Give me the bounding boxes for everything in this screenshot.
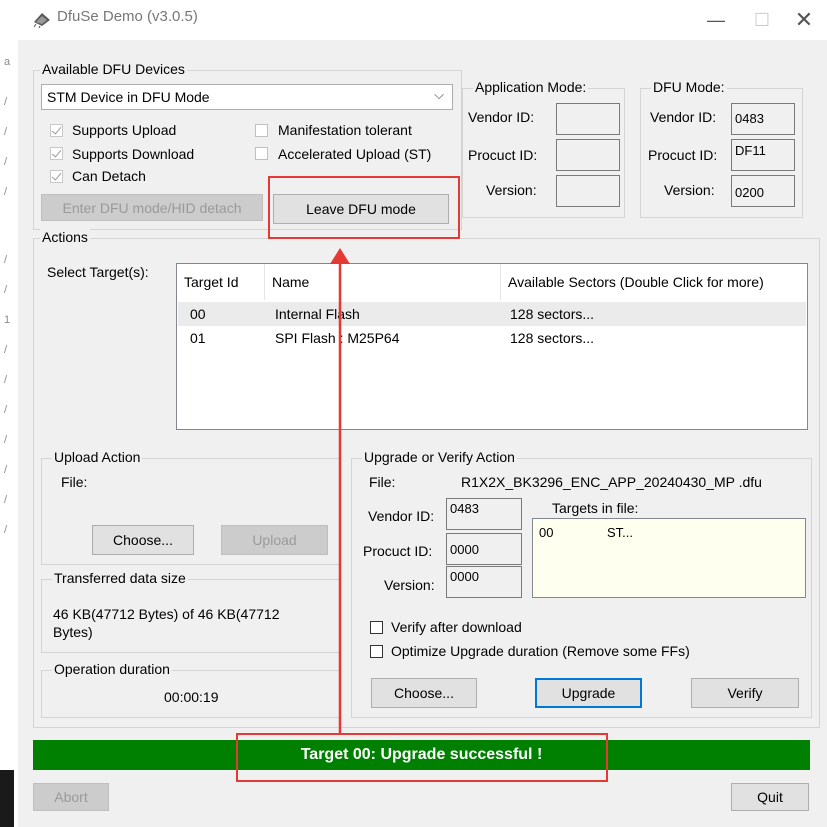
strip-char: /: [4, 254, 8, 266]
minimize-button[interactable]: —: [696, 6, 736, 34]
strip-char: /: [4, 186, 8, 198]
upgrade-product-id-label: Procuct ID:: [363, 543, 433, 559]
background-editor-strip: a / / / / / / 1 / / / / / / /: [0, 0, 18, 827]
column-header-sectors[interactable]: Available Sectors (Double Click for more…: [501, 264, 807, 300]
strip-char: /: [4, 494, 8, 506]
upload-choose-button[interactable]: Choose...: [92, 525, 194, 555]
dfu-version-field: 0200: [731, 175, 795, 207]
targets-list[interactable]: Target Id Name Available Sectors (Double…: [176, 263, 808, 430]
strip-char: a: [4, 56, 11, 68]
row-target-id: 00: [190, 306, 206, 322]
annotation-arrow: [330, 248, 350, 734]
strip-char: /: [4, 524, 8, 536]
enter-dfu-button: Enter DFU mode/HID detach: [41, 194, 263, 221]
supports-upload-label: Supports Upload: [72, 122, 177, 138]
dfu-product-id-label: Procuct ID:: [648, 147, 718, 163]
app-product-id-label: Procuct ID:: [468, 147, 538, 163]
upgrade-choose-button[interactable]: Choose...: [371, 678, 477, 708]
upgrade-button[interactable]: Upgrade: [535, 678, 642, 708]
abort-button: Abort: [33, 783, 109, 811]
supports-upload-checkbox: [50, 124, 63, 137]
can-detach-label: Can Detach: [72, 168, 146, 184]
strip-char: /: [4, 284, 8, 296]
app-version-field: [556, 175, 620, 207]
actions-label: Actions: [40, 229, 90, 245]
strip-char: /: [4, 404, 8, 416]
application-mode-label: Application Mode:: [473, 79, 589, 95]
strip-char: 1: [4, 314, 11, 326]
strip-char: /: [4, 464, 8, 476]
strip-char: /: [4, 374, 8, 386]
row-sectors: 128 sectors...: [510, 330, 595, 346]
manifestation-tolerant-checkbox: [255, 124, 268, 137]
upload-action-label: Upload Action: [52, 449, 143, 465]
upgrade-product-id-field: 0000: [446, 533, 522, 565]
upgrade-label: Upgrade or Verify Action: [362, 449, 517, 465]
maximize-button: ☐: [742, 6, 782, 34]
app-vendor-id-field: [556, 103, 620, 135]
verify-button[interactable]: Verify: [691, 678, 799, 708]
dfu-mode-label: DFU Mode:: [651, 79, 727, 95]
upload-file-label: File:: [61, 474, 88, 490]
supports-download-checkbox: [50, 147, 63, 160]
transferred-label: Transferred data size: [52, 570, 188, 586]
upgrade-version-field: 0000: [446, 566, 522, 598]
upgrade-vendor-id-field: 0483: [446, 498, 522, 530]
available-devices-label: Available DFU Devices: [40, 61, 187, 77]
optimize-upgrade-checkbox[interactable]: [370, 645, 383, 658]
targets-in-file-name: ST...: [607, 525, 634, 540]
window-title: DfuSe Demo (v3.0.5): [57, 8, 198, 25]
upgrade-vendor-id-label: Vendor ID:: [368, 508, 435, 524]
verify-after-download-label: Verify after download: [391, 619, 522, 635]
dfu-product-id-field: DF11: [731, 139, 795, 171]
supports-download-label: Supports Download: [72, 146, 195, 162]
row-target-id: 01: [190, 330, 206, 346]
table-row[interactable]: 00 Internal Flash 128 sectors...: [178, 302, 806, 326]
table-row[interactable]: 01 SPI Flash : M25P64 128 sectors...: [178, 326, 806, 350]
targets-in-file-id: 00: [539, 525, 554, 540]
manifestation-tolerant-label: Manifestation tolerant: [278, 122, 412, 138]
app-version-label: Version:: [486, 182, 537, 198]
verify-after-download-checkbox[interactable]: [370, 621, 383, 634]
upload-button: Upload: [221, 525, 328, 555]
app-icon: [33, 13, 50, 28]
app-vendor-id-label: Vendor ID:: [468, 109, 535, 125]
quit-button[interactable]: Quit: [731, 783, 809, 811]
close-icon: ✕: [794, 7, 814, 32]
duration-label: Operation duration: [52, 661, 172, 677]
maximize-icon: ☐: [753, 9, 771, 30]
annotation-box-leave-dfu: [268, 176, 460, 239]
strip-char: /: [4, 434, 8, 446]
dfu-vendor-id-field: 0483: [731, 103, 795, 135]
column-header-name[interactable]: Name: [265, 264, 501, 300]
targets-in-file-label: Targets in file:: [552, 500, 639, 516]
annotation-box-status: [236, 733, 608, 782]
device-select-value: STM Device in DFU Mode: [47, 89, 210, 105]
select-targets-label: Select Target(s):: [47, 264, 149, 280]
dfu-vendor-id-label: Vendor ID:: [650, 109, 717, 125]
background-dark-bar: [0, 770, 14, 827]
duration-value: 00:00:19: [164, 689, 219, 705]
app-product-id-field: [556, 139, 620, 171]
device-select[interactable]: STM Device in DFU Mode ⌵: [41, 84, 453, 110]
accelerated-upload-checkbox: [255, 147, 268, 160]
can-detach-checkbox: [50, 170, 63, 183]
upgrade-file-label: File:: [369, 474, 396, 490]
strip-char: /: [4, 96, 8, 108]
strip-char: /: [4, 126, 8, 138]
accelerated-upload-label: Accelerated Upload (ST): [278, 146, 432, 162]
strip-char: /: [4, 344, 8, 356]
transferred-text: 46 KB(47712 Bytes) of 46 KB(47712 Bytes): [53, 606, 280, 640]
row-sectors: 128 sectors...: [510, 306, 595, 322]
minimize-icon: —: [707, 9, 725, 30]
close-button[interactable]: ✕: [784, 6, 824, 34]
upgrade-version-label: Version:: [384, 577, 435, 593]
dfu-version-label: Version:: [664, 182, 715, 198]
upgrade-file-name: R1X2X_BK3296_ENC_APP_20240430_MP .dfu: [461, 474, 762, 490]
chevron-down-icon: ⌵: [434, 87, 444, 102]
column-header-target-id[interactable]: Target Id: [177, 264, 265, 300]
optimize-upgrade-label: Optimize Upgrade duration (Remove some F…: [391, 643, 690, 659]
targets-in-file-list[interactable]: 00 ST...: [532, 518, 806, 598]
strip-char: /: [4, 156, 8, 168]
